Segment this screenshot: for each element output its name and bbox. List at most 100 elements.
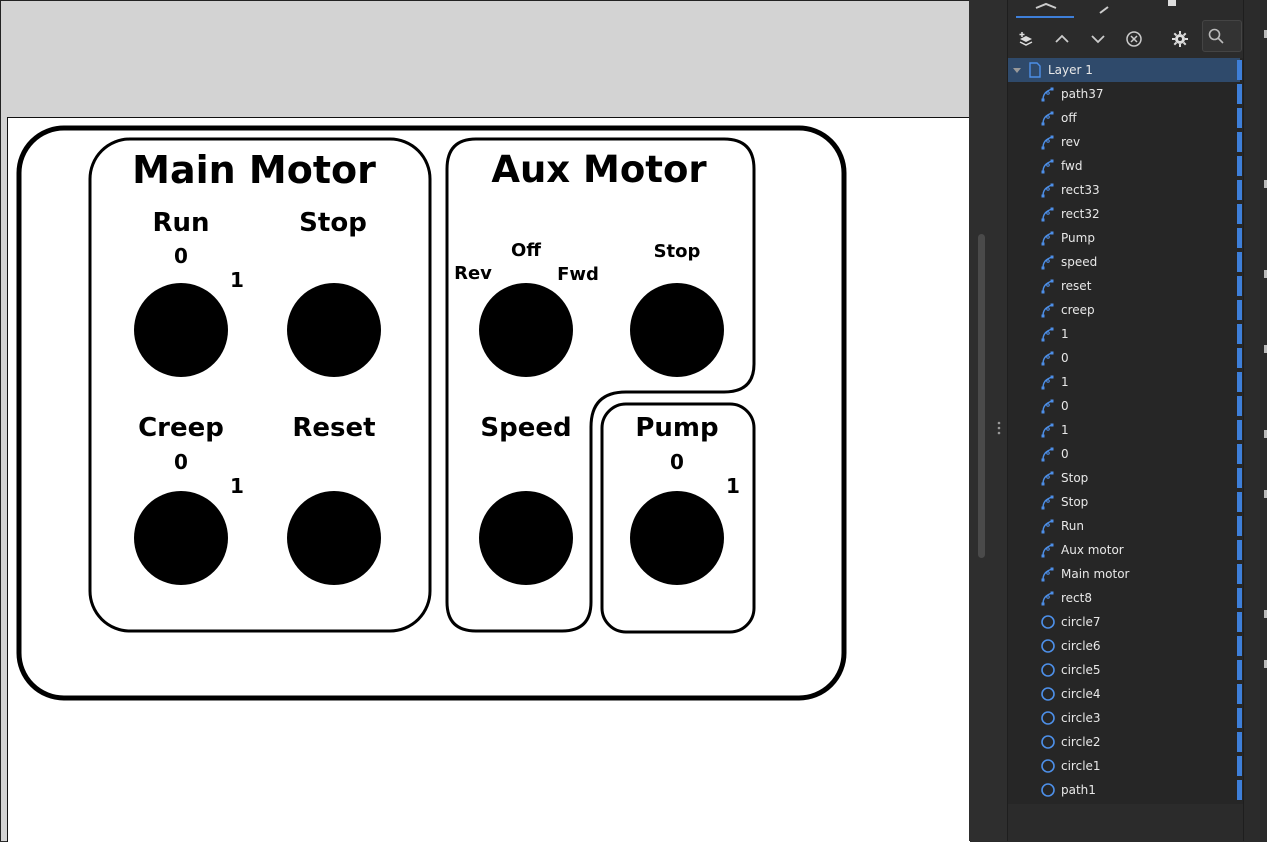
object-row[interactable]: circle6	[1008, 634, 1242, 658]
visibility-bar[interactable]	[1237, 612, 1242, 632]
object-row[interactable]: circle2	[1008, 730, 1242, 754]
main-stop-button[interactable]	[287, 283, 381, 377]
object-row[interactable]: 0	[1008, 394, 1242, 418]
speed-knob[interactable]	[479, 491, 573, 585]
add-layer-button[interactable]	[1012, 26, 1040, 52]
visibility-bar[interactable]	[1237, 108, 1242, 128]
object-row[interactable]: circle4	[1008, 682, 1242, 706]
visibility-bar[interactable]	[1237, 588, 1242, 608]
search-button[interactable]	[1202, 20, 1242, 52]
visibility-bar[interactable]	[1237, 636, 1242, 656]
visibility-bar[interactable]	[1237, 780, 1242, 800]
object-row[interactable]: rev	[1008, 130, 1242, 154]
off-label: Off	[511, 240, 541, 261]
drawing[interactable]: Main Motor Aux Motor Run Stop 0 1 Creep …	[8, 118, 970, 842]
visibility-bar[interactable]	[1237, 84, 1242, 104]
visibility-bar[interactable]	[1237, 396, 1242, 416]
visibility-bar[interactable]	[1237, 684, 1242, 704]
object-row[interactable]: circle7	[1008, 610, 1242, 634]
path-icon	[1041, 183, 1054, 198]
visibility-bar[interactable]	[1237, 60, 1242, 80]
pump-switch-knob[interactable]	[630, 491, 724, 585]
object-row[interactable]: off	[1008, 106, 1242, 130]
tab-pen-icon[interactable]	[1098, 0, 1118, 16]
path-icon	[1041, 495, 1054, 510]
creep-switch-knob[interactable]	[134, 491, 228, 585]
panel-splitter[interactable]	[969, 0, 1007, 841]
object-label: path37	[1061, 87, 1104, 101]
object-row[interactable]: 1	[1008, 418, 1242, 442]
visibility-bar[interactable]	[1237, 348, 1242, 368]
object-row[interactable]: 1	[1008, 370, 1242, 394]
visibility-bar[interactable]	[1237, 228, 1242, 248]
reset-button[interactable]	[287, 491, 381, 585]
object-row[interactable]: 1	[1008, 322, 1242, 346]
object-row[interactable]: fwd	[1008, 154, 1242, 178]
visibility-bar[interactable]	[1237, 324, 1242, 344]
object-row[interactable]: 0	[1008, 346, 1242, 370]
lower-button[interactable]	[1084, 26, 1112, 52]
object-label: rect33	[1061, 183, 1100, 197]
path-icon	[1041, 159, 1054, 174]
visibility-bar[interactable]	[1237, 300, 1242, 320]
object-row[interactable]: 0	[1008, 442, 1242, 466]
page-sheet[interactable]: Main Motor Aux Motor Run Stop 0 1 Creep …	[7, 117, 970, 842]
gear-icon	[1172, 31, 1188, 47]
object-row[interactable]: circle1	[1008, 754, 1242, 778]
visibility-bar[interactable]	[1237, 444, 1242, 464]
run-switch-knob[interactable]	[134, 283, 228, 377]
visibility-bar[interactable]	[1237, 660, 1242, 680]
object-row[interactable]: rect8	[1008, 586, 1242, 610]
object-row[interactable]: rect33	[1008, 178, 1242, 202]
raise-button[interactable]	[1048, 26, 1076, 52]
visibility-bar[interactable]	[1237, 252, 1242, 272]
object-row[interactable]: Pump	[1008, 226, 1242, 250]
visibility-bar[interactable]	[1237, 132, 1242, 152]
object-label: 1	[1061, 327, 1069, 341]
object-row[interactable]: speed	[1008, 250, 1242, 274]
tab-layers-objects[interactable]	[1016, 0, 1074, 18]
visibility-bar[interactable]	[1237, 732, 1242, 752]
tab-document-icon[interactable]	[1168, 0, 1180, 16]
canvas-vertical-scrollbar[interactable]	[978, 234, 985, 558]
splitter-grip-icon[interactable]	[997, 420, 1001, 436]
object-row[interactable]: path1	[1008, 778, 1242, 802]
visibility-bar[interactable]	[1237, 492, 1242, 512]
visibility-bar[interactable]	[1237, 276, 1242, 296]
aux-stop-button[interactable]	[630, 283, 724, 377]
visibility-bar[interactable]	[1237, 468, 1242, 488]
direction-selector-knob[interactable]	[479, 283, 573, 377]
object-row[interactable]: Stop	[1008, 490, 1242, 514]
object-row[interactable]: Main motor	[1008, 562, 1242, 586]
object-row[interactable]: path37	[1008, 82, 1242, 106]
object-row[interactable]: Stop	[1008, 466, 1242, 490]
circle-icon	[1041, 711, 1055, 725]
visibility-bar[interactable]	[1237, 540, 1242, 560]
visibility-bar[interactable]	[1237, 204, 1242, 224]
delete-button[interactable]	[1120, 26, 1148, 52]
object-row[interactable]: creep	[1008, 298, 1242, 322]
visibility-bar[interactable]	[1237, 420, 1242, 440]
path-icon	[1041, 399, 1054, 414]
expand-triangle-icon[interactable]	[1012, 64, 1022, 78]
settings-button[interactable]	[1166, 26, 1194, 52]
object-row[interactable]: Aux motor	[1008, 538, 1242, 562]
layer-row[interactable]: Layer 1	[1008, 58, 1242, 82]
canvas-area[interactable]: Main Motor Aux Motor Run Stop 0 1 Creep …	[0, 0, 970, 842]
visibility-bar[interactable]	[1237, 564, 1242, 584]
object-row[interactable]: reset	[1008, 274, 1242, 298]
object-row[interactable]: Run	[1008, 514, 1242, 538]
object-row[interactable]: circle3	[1008, 706, 1242, 730]
visibility-bar[interactable]	[1237, 372, 1242, 392]
circle-icon	[1041, 759, 1055, 773]
visibility-bar[interactable]	[1237, 756, 1242, 776]
object-row[interactable]: rect32	[1008, 202, 1242, 226]
object-row[interactable]: circle5	[1008, 658, 1242, 682]
creep-label: Creep	[138, 413, 224, 443]
path-icon	[1041, 519, 1054, 534]
visibility-bar[interactable]	[1237, 516, 1242, 536]
visibility-bar[interactable]	[1237, 156, 1242, 176]
object-label: Stop	[1061, 495, 1089, 509]
visibility-bar[interactable]	[1237, 180, 1242, 200]
visibility-bar[interactable]	[1237, 708, 1242, 728]
